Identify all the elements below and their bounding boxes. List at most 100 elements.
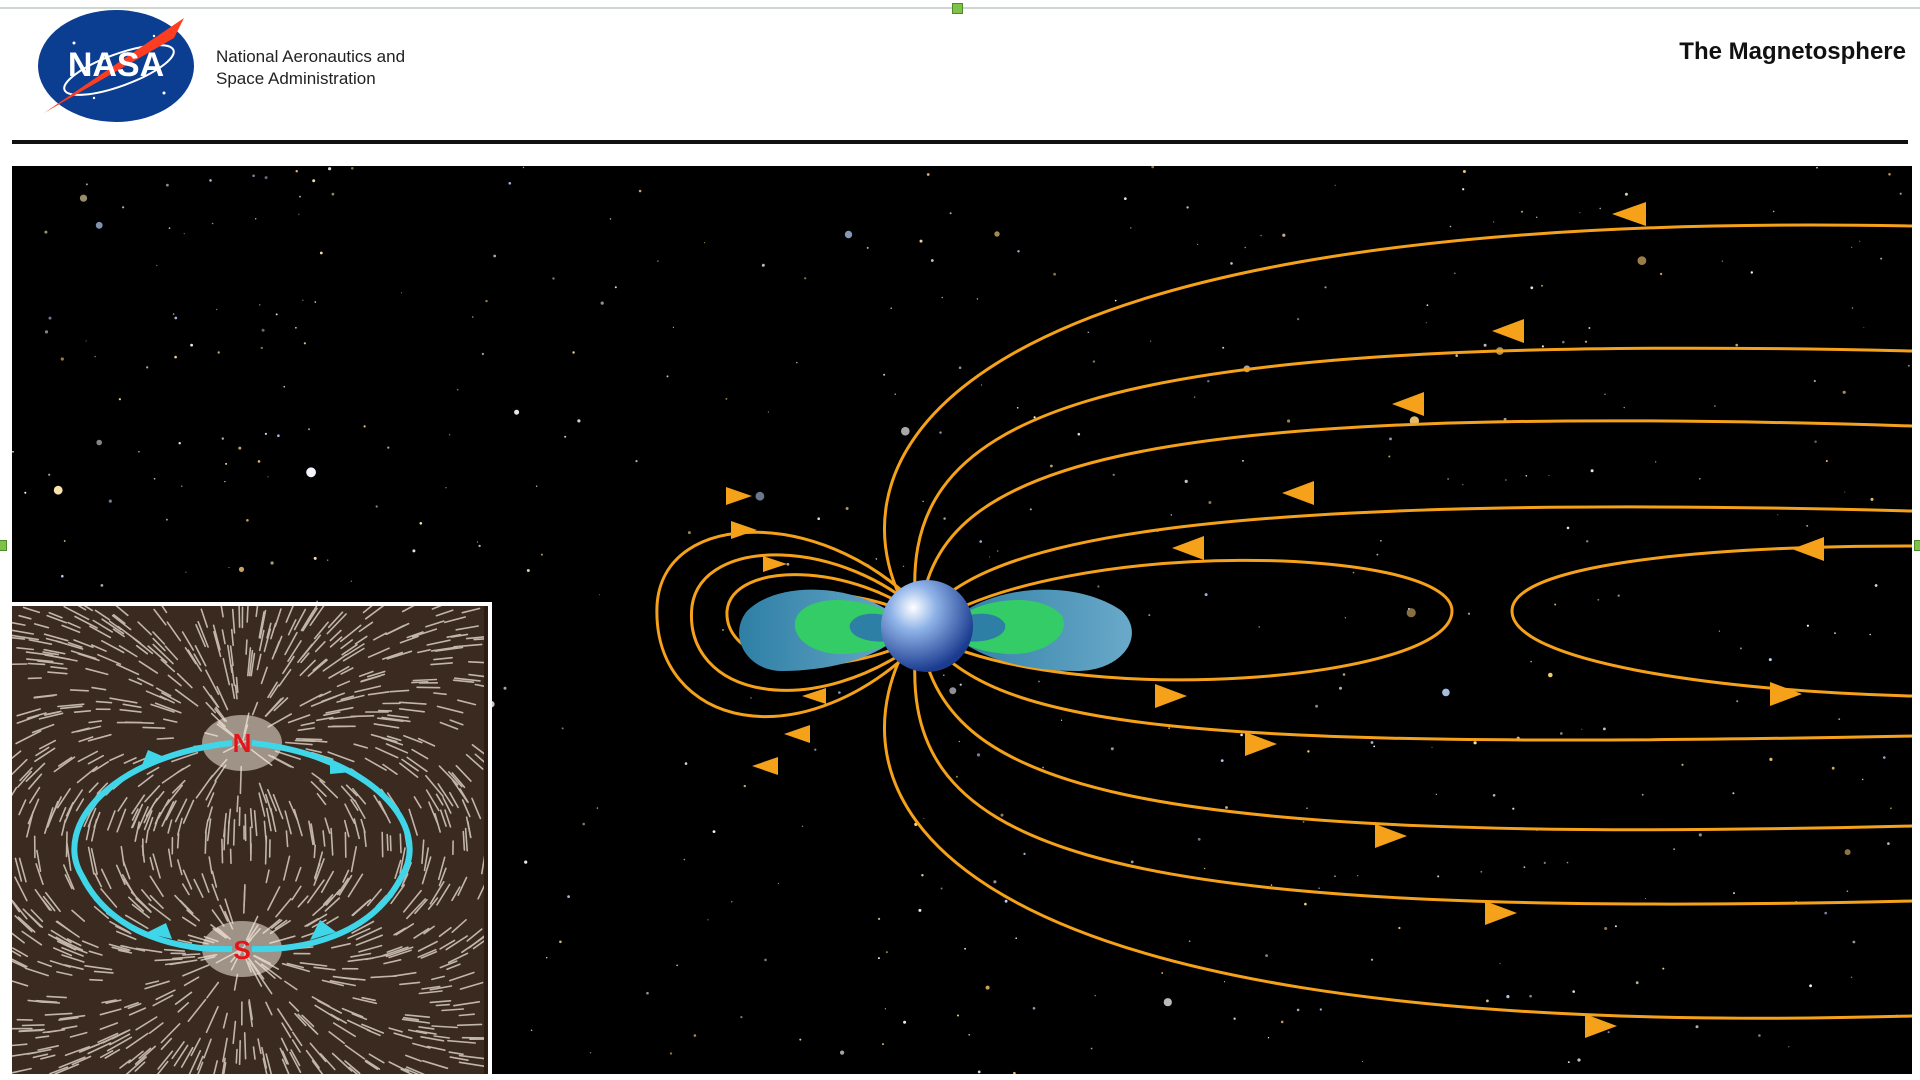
star (472, 316, 474, 318)
star (1296, 1008, 1300, 1012)
star (1888, 173, 1891, 176)
star (589, 1052, 592, 1054)
iron-filing (313, 844, 317, 859)
star (1042, 766, 1044, 769)
star (866, 246, 869, 249)
star (503, 686, 507, 690)
star (1736, 700, 1739, 703)
star (755, 491, 765, 501)
star (1038, 680, 1040, 683)
star (1130, 860, 1134, 864)
selection-handle-right[interactable] (1914, 540, 1920, 551)
star (1092, 360, 1096, 363)
star (1455, 354, 1458, 357)
star (882, 1043, 884, 1046)
star (508, 182, 512, 185)
star (1572, 990, 1575, 993)
star (228, 567, 230, 569)
star (1473, 741, 1477, 745)
star (817, 517, 820, 520)
star (481, 352, 485, 356)
star (796, 361, 798, 364)
star (183, 233, 185, 235)
iron-filing (21, 1024, 45, 1027)
star (1112, 473, 1115, 476)
star (1240, 733, 1243, 737)
star (940, 887, 943, 890)
star (178, 442, 181, 445)
star (238, 566, 245, 572)
star (1398, 926, 1401, 930)
star (885, 951, 888, 954)
star (1588, 327, 1591, 329)
star (1529, 994, 1532, 998)
star (577, 419, 581, 423)
star (1376, 553, 1379, 556)
star (1887, 842, 1890, 845)
star (1265, 954, 1268, 957)
star (1110, 747, 1114, 751)
nasa-logo: NASA (38, 10, 194, 122)
north-pole-label: N (233, 728, 252, 758)
star (1645, 898, 1646, 899)
star (1260, 234, 1262, 237)
iron-filing (221, 838, 224, 864)
iron-filing (236, 795, 239, 813)
star (264, 432, 267, 435)
iron-filing (389, 835, 392, 852)
header-divider (12, 140, 1908, 144)
star (976, 298, 979, 300)
star (1431, 746, 1433, 748)
star (1851, 246, 1853, 248)
star (1662, 967, 1665, 970)
star (1597, 598, 1600, 601)
star (85, 183, 88, 186)
iron-filing (227, 820, 230, 845)
star (246, 519, 249, 522)
star (1870, 497, 1874, 501)
star (957, 1014, 959, 1017)
star (1467, 612, 1471, 615)
star (1863, 326, 1865, 328)
star (1015, 937, 1017, 939)
star (1846, 890, 1849, 892)
star (1223, 981, 1226, 983)
star (1655, 461, 1657, 463)
star (777, 882, 780, 885)
star (331, 192, 335, 196)
star (596, 807, 599, 809)
star (522, 166, 525, 169)
star (211, 222, 214, 225)
star (922, 500, 924, 503)
star (1318, 887, 1320, 889)
star (750, 697, 752, 699)
star (1462, 170, 1466, 173)
star (930, 259, 934, 262)
star (1023, 852, 1026, 856)
star (1844, 849, 1851, 856)
star (387, 446, 390, 449)
star (44, 330, 49, 334)
star (1208, 501, 1212, 504)
south-pole-label: S (233, 935, 250, 965)
star (1859, 240, 1861, 242)
star (153, 478, 156, 480)
iron-filing (381, 831, 384, 858)
star (1838, 718, 1841, 720)
star (799, 1038, 802, 1041)
star (1681, 763, 1684, 766)
star (255, 218, 257, 220)
selection-handle-left[interactable] (0, 540, 7, 551)
star (1334, 184, 1336, 186)
star (1590, 469, 1594, 473)
star (1874, 584, 1878, 587)
star (958, 740, 960, 743)
star (894, 393, 897, 395)
star (1060, 719, 1063, 721)
star (1222, 346, 1225, 349)
star (1842, 390, 1846, 394)
star (1148, 614, 1151, 617)
star (1462, 188, 1465, 191)
star (190, 343, 194, 347)
star (561, 727, 564, 730)
